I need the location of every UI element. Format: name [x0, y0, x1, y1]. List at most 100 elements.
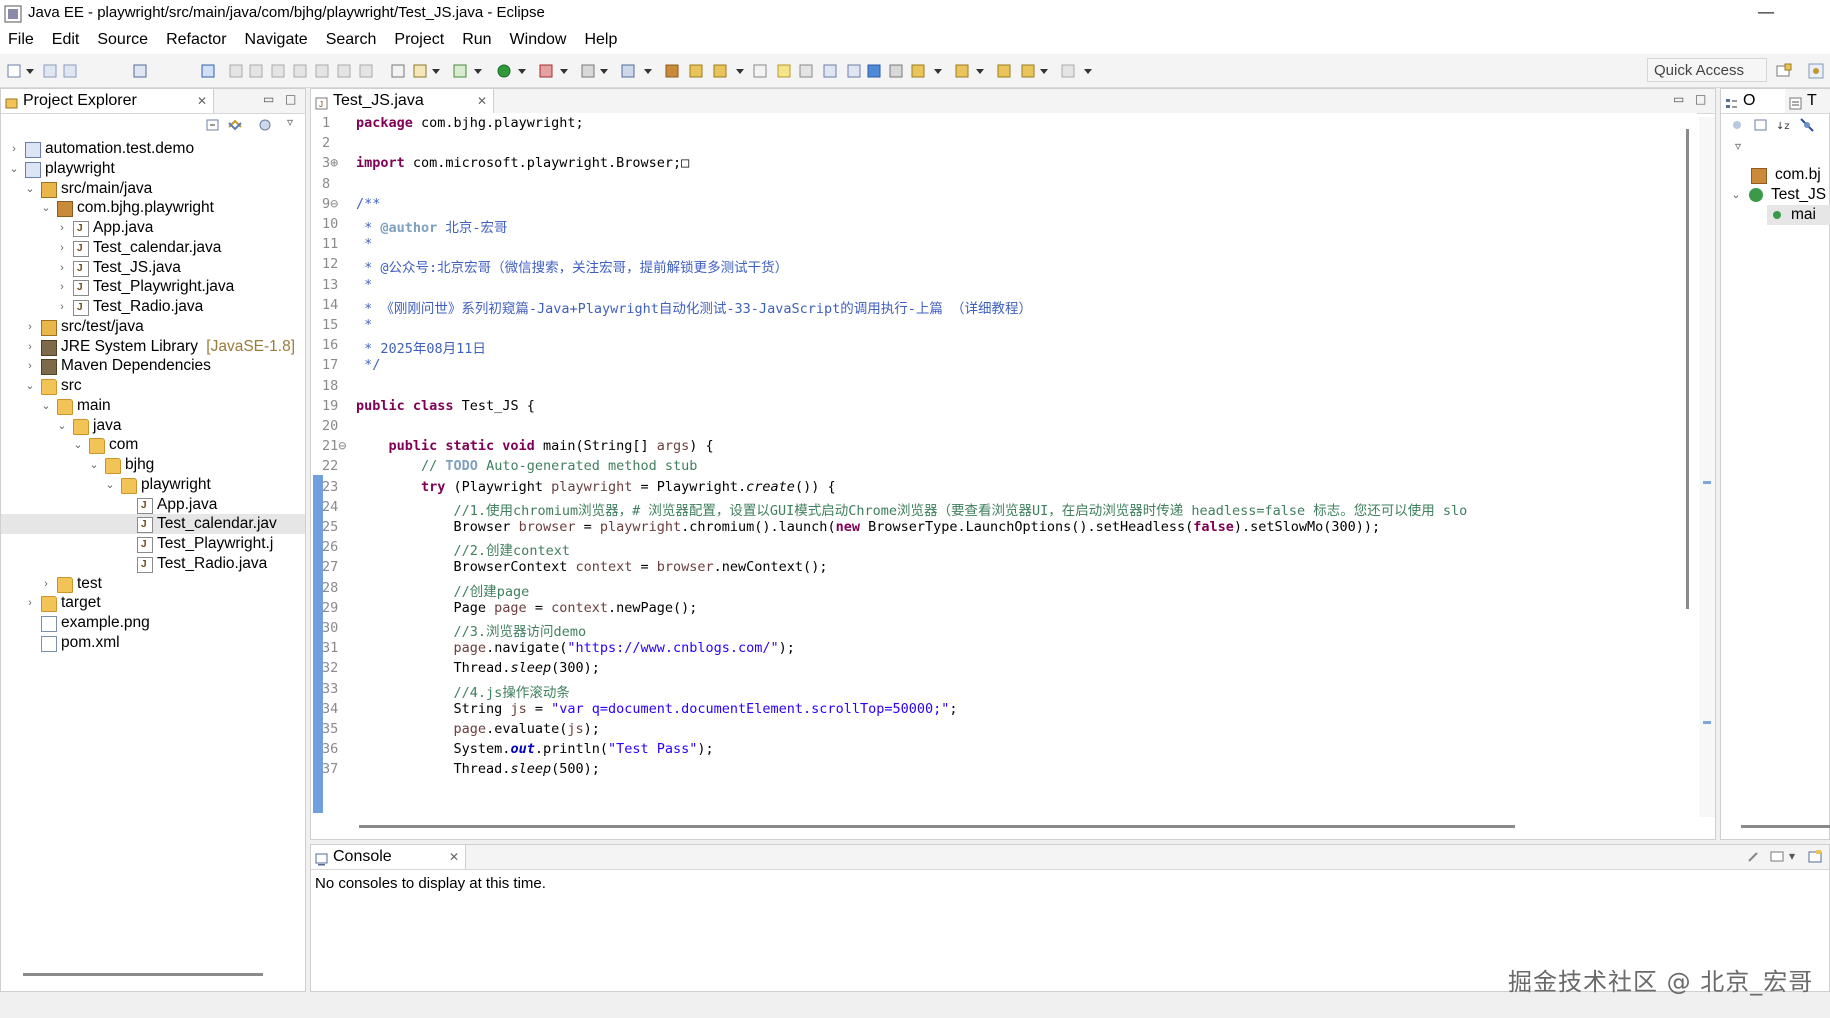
tree-item[interactable]: › JRE System Library [JavaSE-1.8] — [1, 337, 305, 357]
view-menu-icon[interactable]: ▿ — [287, 115, 293, 129]
code-line[interactable]: page.navigate("https://www.cnblogs.com/"… — [356, 640, 795, 656]
java-ee-perspective-icon[interactable] — [1808, 63, 1824, 79]
tree-item[interactable]: › Maven Dependencies — [1, 356, 305, 376]
code-line[interactable]: import com.microsoft.playwright.Browser;… — [356, 155, 689, 171]
tree-item[interactable]: › Test_Playwright.java — [1, 277, 305, 298]
outline-hscrollbar[interactable] — [1741, 825, 1830, 828]
tree-item[interactable]: ⌄ com.bjhg.playwright — [1, 198, 305, 218]
expand-twisty[interactable]: › — [9, 139, 19, 159]
collapse-twisty[interactable]: ⌄ — [89, 455, 99, 475]
tree-item[interactable]: › Test_JS.java — [1, 258, 305, 279]
code-line[interactable]: //4.js操作滚动条 — [356, 681, 570, 701]
expand-twisty[interactable]: › — [25, 356, 35, 376]
dropdown-arrow-icon[interactable] — [644, 69, 652, 74]
sort-icon[interactable] — [1729, 117, 1745, 133]
collapse-twisty[interactable]: ⌄ — [25, 179, 35, 199]
tab-test-js-java[interactable]: J Test_JS.java ✕ — [311, 89, 494, 113]
tree-item[interactable]: pom.xml — [1, 633, 305, 653]
tree-item[interactable]: Test_Radio.java — [1, 554, 305, 575]
disconnect-icon[interactable] — [292, 63, 308, 79]
dropdown-arrow-icon[interactable] — [1084, 69, 1092, 74]
web-browser-icon[interactable] — [866, 63, 882, 79]
toggle-whitespace-icon[interactable] — [798, 63, 814, 79]
code-line[interactable]: System.out.println("Test Pass"); — [356, 741, 714, 757]
next-annotation-icon[interactable] — [910, 63, 926, 79]
toggle-block-selection-icon[interactable] — [822, 63, 838, 79]
code-line[interactable]: page.evaluate(js); — [356, 721, 600, 737]
link-with-editor-icon[interactable] — [227, 117, 243, 133]
code-line[interactable]: String js = "var q=document.documentElem… — [356, 701, 958, 717]
collapse-all-icon[interactable] — [1753, 117, 1769, 133]
menu-navigate[interactable]: Navigate — [236, 28, 317, 52]
code-line[interactable]: Thread.sleep(300); — [356, 660, 600, 676]
code-line[interactable]: //1.使用chromium浏览器，# 浏览器配置，设置以GUI模式启动Chro… — [356, 499, 1468, 519]
menu-refactor[interactable]: Refactor — [157, 28, 235, 52]
last-edit-icon[interactable] — [996, 63, 1012, 79]
code-line[interactable]: * @author 北京-宏哥 — [356, 216, 507, 236]
dropdown-arrow-icon[interactable] — [736, 69, 744, 74]
tree-item[interactable]: Test_calendar.jav — [1, 514, 305, 535]
save-all-icon[interactable] — [62, 63, 78, 79]
close-icon[interactable]: ✕ — [197, 89, 207, 113]
open-perspective-icon[interactable] — [1776, 63, 1792, 79]
menu-run[interactable]: Run — [453, 28, 500, 52]
menu-search[interactable]: Search — [317, 28, 386, 52]
maximize-editor-icon[interactable]: □ — [1695, 92, 1706, 106]
close-icon[interactable]: ✕ — [449, 845, 459, 869]
tree-item[interactable]: Test_Playwright.j — [1, 534, 305, 555]
expand-twisty[interactable]: › — [25, 337, 35, 357]
code-line[interactable]: Thread.sleep(500); — [356, 761, 600, 777]
tree-item[interactable]: ⌄ bjhg — [1, 455, 305, 475]
pin-console-icon[interactable] — [1745, 849, 1761, 865]
open-console-icon[interactable] — [1807, 849, 1823, 865]
menu-window[interactable]: Window — [501, 28, 576, 52]
filters-icon[interactable] — [257, 117, 273, 133]
tree-item[interactable]: › App.java — [1, 218, 305, 239]
expand-twisty[interactable]: › — [57, 277, 67, 297]
expand-twisty[interactable]: › — [57, 238, 67, 258]
collapse-twisty[interactable]: ⌄ — [57, 416, 67, 436]
open-type-icon[interactable] — [712, 63, 728, 79]
new-web-service-icon[interactable] — [888, 63, 904, 79]
forward-icon[interactable] — [1060, 63, 1076, 79]
step-over-icon[interactable] — [336, 63, 352, 79]
tree-item[interactable]: › src/test/java — [1, 317, 305, 337]
expand-twisty[interactable]: › — [57, 218, 67, 238]
expand-twisty[interactable]: › — [41, 574, 51, 594]
expand-twisty[interactable]: › — [57, 258, 67, 278]
tab-project-explorer[interactable]: Project Explorer ✕ — [1, 89, 214, 113]
collapse-twisty[interactable]: ⌄ — [73, 435, 83, 455]
step-into-icon[interactable] — [314, 63, 330, 79]
minimize-editor-icon[interactable]: ▭ — [1673, 92, 1684, 106]
code-line[interactable]: */ — [356, 357, 380, 373]
dropdown-arrow-icon[interactable] — [518, 69, 526, 74]
menu-edit[interactable]: Edit — [43, 28, 89, 52]
code-line[interactable]: //创建page — [356, 580, 530, 600]
dropdown-arrow-icon[interactable] — [976, 69, 984, 74]
dropdown-arrow-icon[interactable] — [1040, 69, 1048, 74]
collapse-twisty[interactable]: ⌄ — [41, 198, 51, 218]
maximize-view-icon[interactable]: □ — [285, 92, 296, 106]
tree-item[interactable]: › test — [1, 574, 305, 594]
search-icon[interactable] — [752, 63, 768, 79]
collapse-twisty[interactable]: ⌄ — [41, 396, 51, 416]
tab-task-list[interactable]: T — [1785, 89, 1830, 113]
show-whitespace-icon[interactable] — [846, 63, 862, 79]
view-menu-icon[interactable]: ▿ — [1735, 139, 1741, 153]
tree-item[interactable]: › target — [1, 593, 305, 613]
code-area[interactable]: 1 package com.bjhg.playwright; 2 3⊕ import c… — [311, 113, 1697, 813]
code-line[interactable]: /** — [356, 196, 380, 212]
quick-access-input[interactable]: Quick Access — [1647, 58, 1767, 82]
code-line[interactable]: public static void main(String[] args) { — [356, 438, 714, 454]
code-line[interactable]: public class Test_JS { — [356, 398, 535, 414]
code-line[interactable]: Page page = context.newPage(); — [356, 600, 698, 616]
toggle-mark-occurrences-icon[interactable] — [776, 63, 792, 79]
tree-item[interactable]: › automation.test.demo — [1, 139, 305, 159]
menu-project[interactable]: Project — [385, 28, 453, 52]
tree-item[interactable]: ⌄ main — [1, 396, 305, 416]
code-line[interactable]: * @公众号:北京宏哥（微信搜索，关注宏哥，提前解锁更多测试干货） — [356, 256, 788, 276]
code-line[interactable]: * — [356, 277, 372, 293]
tree-item[interactable]: ⌄ src — [1, 376, 305, 396]
dropdown-arrow-icon[interactable] — [432, 69, 440, 74]
collapse-twisty[interactable]: ⌄ — [105, 475, 115, 495]
